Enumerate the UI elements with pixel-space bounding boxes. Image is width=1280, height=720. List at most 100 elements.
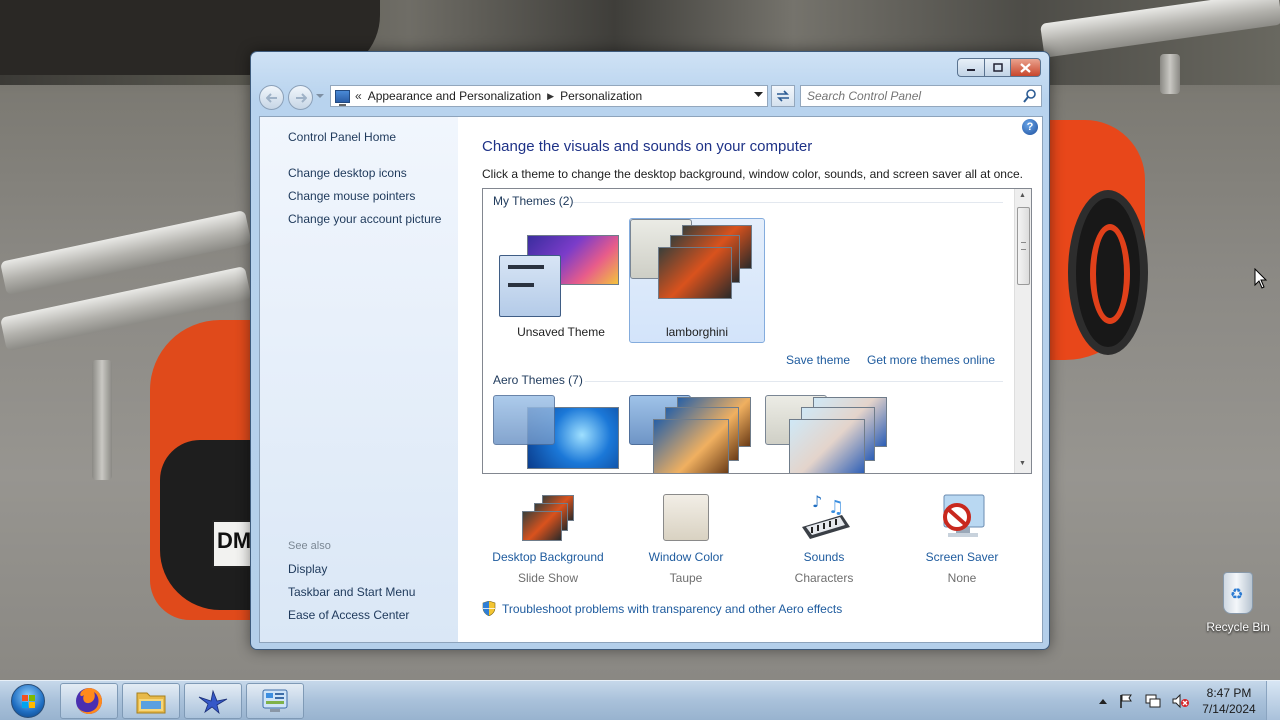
- clock-time: 8:47 PM: [1206, 686, 1252, 700]
- search-box[interactable]: [800, 85, 1042, 107]
- sounds-icon: ♪ ♫: [794, 492, 854, 543]
- recycle-bin[interactable]: Recycle Bin: [1200, 572, 1276, 634]
- back-button[interactable]: [259, 85, 284, 110]
- content-area: Control Panel Home Change desktop icons …: [259, 116, 1043, 643]
- themes-scrollbar[interactable]: ▲ ▼: [1014, 189, 1031, 473]
- help-icon[interactable]: ?: [1022, 119, 1038, 135]
- window-controls: [957, 58, 1041, 77]
- search-input[interactable]: [801, 86, 1011, 106]
- back-arrow-icon: [265, 92, 277, 103]
- search-icon[interactable]: [1023, 89, 1036, 103]
- address-dropdown-icon[interactable]: [754, 92, 763, 98]
- show-desktop-button[interactable]: [1266, 681, 1280, 720]
- screen-saver-option[interactable]: Screen Saver None: [892, 493, 1032, 585]
- change-account-picture-link[interactable]: Change your account picture: [288, 212, 441, 226]
- sounds-value: Characters: [794, 571, 854, 585]
- guard-rail-post: [92, 360, 112, 480]
- taskbar-control-panel[interactable]: [246, 683, 304, 719]
- logo-quadrant: [29, 695, 35, 701]
- scrollbar-thumb[interactable]: [1017, 207, 1030, 285]
- logo-quadrant: [22, 695, 28, 701]
- network-icon[interactable]: [1144, 693, 1162, 709]
- bg-icon-card: [522, 511, 562, 541]
- taskbar-firefox[interactable]: [60, 683, 118, 719]
- file-explorer-icon: [136, 692, 166, 714]
- start-button[interactable]: [4, 682, 52, 720]
- navigation-bar: « Appearance and Personalization ▶ Perso…: [259, 83, 1043, 111]
- page-description: Click a theme to change the desktop back…: [482, 167, 1023, 181]
- logo-quadrant: [22, 702, 28, 708]
- close-icon: [1020, 62, 1031, 73]
- theme-aero-architecture[interactable]: [629, 395, 765, 473]
- guard-rail-post-right: [1160, 54, 1180, 94]
- screen-saver-link[interactable]: Screen Saver: [892, 550, 1032, 564]
- breadcrumb-personalization[interactable]: Personalization: [560, 89, 642, 103]
- taskbar-app-bird[interactable]: [184, 683, 242, 719]
- minimize-button[interactable]: [957, 58, 984, 77]
- scroll-up-icon[interactable]: ▲: [1019, 192, 1026, 199]
- troubleshoot-link[interactable]: Troubleshoot problems with transparency …: [482, 601, 842, 616]
- troubleshoot-label: Troubleshoot problems with transparency …: [502, 601, 843, 616]
- recycle-bin-label: Recycle Bin: [1206, 620, 1270, 634]
- window-color-option[interactable]: Window Color Taupe: [616, 493, 756, 585]
- clock[interactable]: 8:47 PM 7/14/2024: [1196, 685, 1262, 717]
- architecture-thumbnail-front: [653, 419, 729, 473]
- get-more-themes-link[interactable]: Get more themes online: [867, 353, 995, 367]
- change-mouse-pointers-link[interactable]: Change mouse pointers: [288, 189, 415, 203]
- display-link[interactable]: Display: [288, 562, 327, 576]
- forward-arrow-icon: [295, 92, 307, 103]
- personalization-window: « Appearance and Personalization ▶ Perso…: [250, 51, 1050, 650]
- start-orb: [11, 684, 45, 718]
- breadcrumb-appearance[interactable]: Appearance and Personalization: [368, 89, 541, 103]
- see-also-heading: See also: [288, 540, 331, 552]
- theme-lamborghini[interactable]: lamborghini: [629, 218, 765, 343]
- show-hidden-icons[interactable]: [1098, 697, 1108, 705]
- my-themes-heading[interactable]: My Themes (2): [493, 194, 573, 208]
- desktop-background-link[interactable]: Desktop Background: [478, 550, 618, 564]
- desktop-background-option[interactable]: Desktop Background Slide Show: [478, 493, 618, 585]
- breadcrumb-overflow[interactable]: «: [355, 89, 362, 103]
- theme-aero-characters[interactable]: [765, 395, 901, 473]
- sounds-option[interactable]: ♪ ♫ Sounds Characters: [754, 492, 894, 585]
- save-theme-link[interactable]: Save theme: [786, 353, 850, 367]
- breadcrumb-separator-icon[interactable]: ▶: [547, 91, 554, 102]
- refresh-button[interactable]: [771, 85, 795, 107]
- window-color-swatch: [663, 494, 709, 541]
- window-color-value: Taupe: [669, 571, 703, 585]
- mouse-cursor-icon: [1254, 268, 1268, 289]
- window-color-link[interactable]: Window Color: [616, 550, 756, 564]
- window-color-icon: [656, 493, 716, 543]
- taskbar-file-explorer[interactable]: [122, 683, 180, 719]
- desktop-background-value: Slide Show: [517, 571, 579, 585]
- logo-quadrant: [29, 702, 35, 708]
- action-center-flag-icon[interactable]: [1118, 693, 1134, 709]
- desktop-background-icon: [518, 493, 578, 543]
- screen-saver-icon: [932, 493, 992, 543]
- lamborghini-thumbnail-front: [658, 247, 732, 299]
- sounds-link[interactable]: Sounds: [754, 550, 894, 564]
- control-panel-home-link[interactable]: Control Panel Home: [288, 130, 396, 144]
- unsaved-theme-window-thumbnail: [499, 255, 561, 317]
- taskbar-start-menu-link[interactable]: Taskbar and Start Menu: [288, 585, 415, 599]
- themes-list: My Themes (2) Unsaved Theme lamborghini …: [482, 188, 1032, 474]
- scroll-down-icon[interactable]: ▼: [1019, 460, 1026, 467]
- recent-pages-chevron-icon[interactable]: [316, 94, 324, 99]
- aero-themes-heading[interactable]: Aero Themes (7): [493, 373, 583, 387]
- main-pane: ? Change the visuals and sounds on your …: [458, 117, 1042, 642]
- aero-themes-divider: [585, 381, 1003, 382]
- maximize-button[interactable]: [984, 58, 1011, 77]
- theme-unsaved[interactable]: Unsaved Theme: [493, 219, 629, 344]
- firefox-icon: [76, 688, 102, 714]
- change-desktop-icons-link[interactable]: Change desktop icons: [288, 166, 407, 180]
- left-pane: Control Panel Home Change desktop icons …: [260, 117, 458, 642]
- app-bird-icon: [198, 689, 228, 715]
- car-wheel: [1068, 190, 1148, 355]
- address-bar[interactable]: « Appearance and Personalization ▶ Perso…: [330, 85, 768, 107]
- screen-saver-graphic: [943, 494, 985, 537]
- volume-muted-icon[interactable]: [1172, 693, 1190, 709]
- theme-aero-windows7[interactable]: [493, 395, 629, 473]
- close-button[interactable]: [1011, 58, 1041, 77]
- ease-of-access-link[interactable]: Ease of Access Center: [288, 608, 409, 622]
- screen-saver-value: None: [947, 571, 977, 585]
- forward-button[interactable]: [288, 85, 313, 110]
